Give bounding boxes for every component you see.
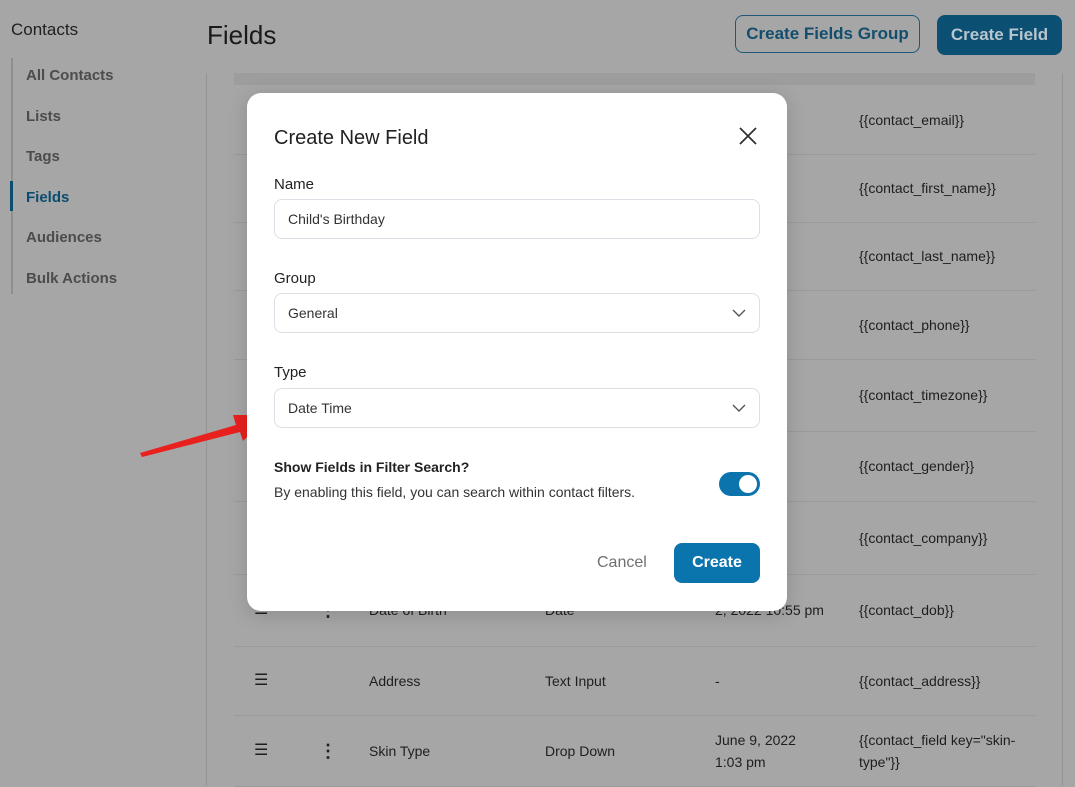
table-row: ☰ Address Text Input - {{contact_address}} — [234, 646, 1035, 716]
create-button[interactable]: Create — [674, 543, 760, 583]
field-key: {{contact_timezone}} — [859, 387, 988, 403]
field-key: {{contact_dob}} — [859, 602, 954, 618]
page-title: Fields — [207, 20, 277, 50]
field-type: Text Input — [545, 672, 606, 689]
field-key: {{contact_first_name}} — [859, 180, 996, 196]
create-fields-group-button[interactable]: Create Fields Group — [735, 15, 920, 53]
field-key: {{contact_last_name}} — [859, 248, 996, 264]
filter-search-description: By enabling this field, you can search w… — [274, 484, 636, 500]
field-key: {{contact_company}} — [859, 529, 988, 546]
field-key: {{contact_field key="skin-type"}} — [859, 731, 1016, 770]
drag-handle-icon[interactable]: ☰ — [254, 670, 268, 692]
drag-handle-icon[interactable]: ☰ — [254, 740, 268, 762]
field-key: {{contact_address}} — [859, 672, 981, 689]
chevron-down-icon — [732, 404, 746, 412]
toggle-knob — [739, 475, 757, 493]
table-row: ☰ ⋮ Skin Type Drop Down June 9, 2022 1:03 pm… — [234, 715, 1035, 787]
type-select[interactable]: Date Time — [274, 388, 760, 428]
close-icon[interactable] — [737, 125, 759, 147]
modal-title: Create New Field — [274, 127, 429, 149]
name-input[interactable]: Child's Birthday — [274, 199, 760, 239]
create-field-modal: Create New Field Name Child's Birthday G… — [247, 93, 787, 611]
sidebar-active-indicator — [10, 181, 13, 211]
create-field-button[interactable]: Create Field — [937, 15, 1062, 55]
field-date: June 9, 2022 1:03 pm — [715, 731, 796, 770]
cancel-button[interactable]: Cancel — [597, 554, 647, 572]
field-name: Address — [369, 672, 421, 689]
group-select[interactable]: General — [274, 293, 760, 333]
group-value: General — [288, 305, 338, 321]
divider — [1062, 73, 1063, 786]
table-header — [234, 73, 1035, 85]
type-label: Type — [274, 364, 307, 381]
type-value: Date Time — [288, 400, 352, 416]
filter-search-title: Show Fields in Filter Search? — [274, 459, 470, 475]
group-label: Group — [274, 270, 316, 287]
sidebar-item-bulk-actions[interactable]: Bulk Actions — [26, 270, 117, 287]
sidebar-item-audiences[interactable]: Audiences — [26, 229, 102, 246]
field-key: {{contact_email}} — [859, 111, 965, 128]
field-name: Skin Type — [369, 742, 431, 759]
sidebar-item-tags[interactable]: Tags — [26, 148, 60, 165]
more-options-icon[interactable]: ⋮ — [319, 740, 337, 762]
name-label: Name — [274, 176, 315, 193]
name-value: Child's Birthday — [288, 211, 385, 227]
filter-search-toggle[interactable] — [719, 472, 760, 496]
field-key: {{contact_phone}} — [859, 316, 970, 333]
chevron-down-icon — [732, 309, 746, 317]
field-date: - — [715, 672, 720, 689]
field-type: Drop Down — [545, 742, 616, 759]
sidebar-item-lists[interactable]: Lists — [26, 108, 61, 125]
sidebar-rail — [11, 58, 13, 294]
sidebar-item-all-contacts[interactable]: All Contacts — [26, 67, 114, 84]
sidebar-item-fields[interactable]: Fields — [26, 189, 69, 206]
sidebar-title: Contacts — [11, 20, 79, 39]
field-key: {{contact_gender}} — [859, 458, 975, 474]
